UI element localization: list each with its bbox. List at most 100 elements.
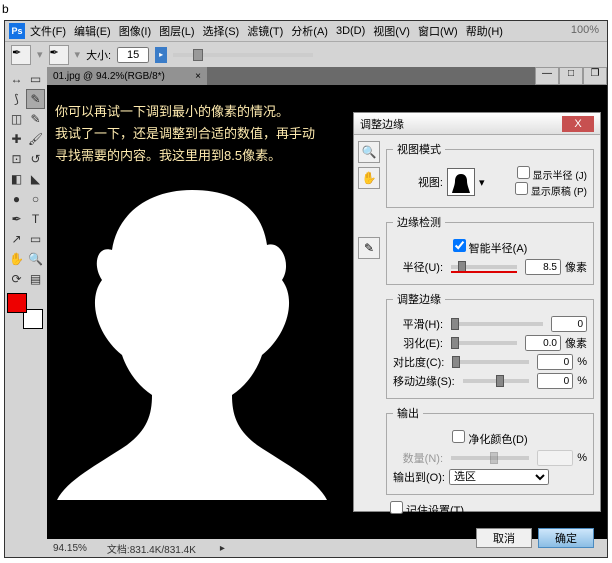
amount-input (537, 450, 573, 466)
output-to-select[interactable]: 选区 (449, 469, 549, 485)
move-tool[interactable]: ↔ (7, 69, 26, 89)
output-group: 输出 净化颜色(D) 数量(N): % 输出到(O): 选区 (386, 405, 594, 495)
dialog-title-text: 调整边缘 (360, 116, 404, 132)
amount-slider (451, 456, 529, 460)
brush-size-slider[interactable] (173, 53, 313, 57)
feather-slider[interactable] (451, 341, 517, 345)
marquee-tool[interactable]: ▭ (26, 69, 45, 89)
output-to-label: 输出到(O): (393, 469, 445, 485)
close-icon[interactable]: X (562, 116, 594, 132)
toolbox: ↔▭ ⟆✎ ◫✎ ✚🖌 ⊡↺ ◧◣ ●○ ✒T ↗▭ ✋🔍 ⟳▤ (5, 67, 47, 557)
brush-preset-icon[interactable]: ✒ (49, 45, 69, 65)
view-mode-legend: 视图模式 (393, 141, 445, 157)
color-swatches[interactable] (7, 293, 43, 329)
notes-tool[interactable]: ▤ (26, 269, 45, 289)
gradient-tool[interactable]: ◣ (26, 169, 45, 189)
view-label: 视图: (393, 174, 443, 190)
menu-window[interactable]: 窗口(W) (415, 23, 461, 39)
remember-settings-checkbox[interactable]: 记住设置(T) (390, 501, 594, 518)
blur-tool[interactable]: ● (7, 189, 26, 209)
dialog-titlebar[interactable]: 调整边缘 X (354, 113, 600, 135)
contrast-slider[interactable] (452, 360, 529, 364)
rotate-tool[interactable]: ⟳ (7, 269, 26, 289)
hand-tool-icon[interactable]: ✋ (358, 167, 380, 189)
dodge-tool[interactable]: ○ (26, 189, 45, 209)
menu-file[interactable]: 文件(F) (27, 23, 69, 39)
adjust-legend: 调整边缘 (393, 291, 445, 307)
brush-tool[interactable]: 🖌 (26, 129, 45, 149)
type-tool[interactable]: T (26, 209, 45, 229)
menu-help[interactable]: 帮助(H) (463, 23, 506, 39)
restore-icon[interactable]: ❐ (583, 67, 607, 85)
foreground-color[interactable] (7, 293, 27, 313)
radius-unit: 像素 (565, 259, 587, 275)
eyedropper-tool[interactable]: ✎ (26, 109, 45, 129)
radius-label: 半径(U): (393, 259, 443, 275)
menu-analysis[interactable]: 分析(A) (288, 23, 331, 39)
shift-input[interactable] (537, 373, 573, 389)
cancel-button[interactable]: 取消 (476, 528, 532, 548)
maximize-icon[interactable]: □ (559, 67, 583, 85)
menu-filter[interactable]: 滤镜(T) (244, 23, 286, 39)
contrast-input[interactable] (537, 354, 573, 370)
minimize-icon[interactable]: — (535, 67, 559, 85)
chevron-down-icon[interactable]: ▾ (479, 176, 485, 189)
amount-label: 数量(N): (393, 450, 443, 466)
stray-letter: b (2, 2, 9, 16)
pen-tool[interactable]: ✒ (7, 209, 26, 229)
refine-edge-dialog: 调整边缘 X 🔍 ✋ ✎ 视图模式 视图: ▾ (353, 112, 601, 512)
show-radius-checkbox[interactable]: 显示半径 (J) (515, 166, 587, 182)
zoom-tool-icon[interactable]: 🔍 (358, 141, 380, 163)
menu-layer[interactable]: 图层(L) (156, 23, 197, 39)
refine-brush-icon[interactable]: ✎ (358, 237, 380, 259)
edge-detection-group: 边缘检测 智能半径(A) 半径(U): 像素 (386, 214, 594, 285)
smart-radius-checkbox[interactable]: 智能半径(A) (453, 239, 528, 256)
size-dropdown-icon[interactable]: ▸ (155, 47, 167, 63)
shift-unit: % (577, 375, 587, 387)
hand-tool[interactable]: ✋ (7, 249, 26, 269)
tab-close-icon[interactable]: × (195, 71, 201, 82)
zoom-level: 94.15% (53, 543, 87, 554)
heal-tool[interactable]: ✚ (7, 129, 26, 149)
menu-image[interactable]: 图像(I) (116, 23, 154, 39)
quick-select-tool[interactable]: ✎ (26, 89, 45, 109)
zoom-tool[interactable]: 🔍 (26, 249, 45, 269)
current-tool-icon[interactable]: ✒ (11, 45, 31, 65)
silhouette-image (57, 180, 327, 500)
annotation-text: 你可以再试一下调到最小的像素的情况。 我试了一下，还是调整到合适的数值，再手动 … (55, 101, 315, 167)
lasso-tool[interactable]: ⟆ (7, 89, 26, 109)
menu-edit[interactable]: 编辑(E) (71, 23, 114, 39)
menu-3d[interactable]: 3D(D) (333, 25, 368, 37)
smooth-slider[interactable] (451, 322, 543, 326)
stamp-tool[interactable]: ⊡ (7, 149, 26, 169)
menu-select[interactable]: 选择(S) (200, 23, 243, 39)
path-tool[interactable]: ↗ (7, 229, 26, 249)
ok-button[interactable]: 确定 (538, 528, 594, 548)
crop-tool[interactable]: ◫ (7, 109, 26, 129)
history-brush-tool[interactable]: ↺ (26, 149, 45, 169)
menu-view[interactable]: 视图(V) (370, 23, 413, 39)
show-original-checkbox[interactable]: 显示原稿 (P) (515, 182, 587, 198)
contrast-unit: % (577, 356, 587, 368)
feather-label: 羽化(E): (393, 335, 443, 351)
shift-label: 移动边缘(S): (393, 373, 455, 389)
menubar: Ps 文件(F) 编辑(E) 图像(I) 图层(L) 选择(S) 滤镜(T) 分… (5, 21, 607, 41)
photoshop-window: Ps 文件(F) 编辑(E) 图像(I) 图层(L) 选择(S) 滤镜(T) 分… (4, 20, 608, 558)
shape-tool[interactable]: ▭ (26, 229, 45, 249)
decontaminate-checkbox[interactable]: 净化颜色(D) (452, 430, 527, 447)
radius-input[interactable] (525, 259, 561, 275)
options-bar: ✒ ▾ ✒ ▾ 大小: ▸ 100% (5, 41, 607, 67)
size-label: 大小: (86, 47, 111, 63)
document-tab-label: 01.jpg @ 94.2%(RGB/8*) (53, 71, 165, 82)
eraser-tool[interactable]: ◧ (7, 169, 26, 189)
document-tab[interactable]: 01.jpg @ 94.2%(RGB/8*) × (47, 67, 207, 85)
brush-size-input[interactable] (117, 47, 149, 63)
view-thumbnail[interactable] (447, 168, 475, 196)
feather-input[interactable] (525, 335, 561, 351)
shift-slider[interactable] (463, 379, 529, 383)
amount-unit: % (577, 452, 587, 464)
contrast-label: 对比度(C): (393, 354, 444, 370)
smooth-input[interactable] (551, 316, 587, 332)
zoom-display: 100% (571, 24, 599, 36)
radius-slider[interactable] (451, 265, 517, 269)
